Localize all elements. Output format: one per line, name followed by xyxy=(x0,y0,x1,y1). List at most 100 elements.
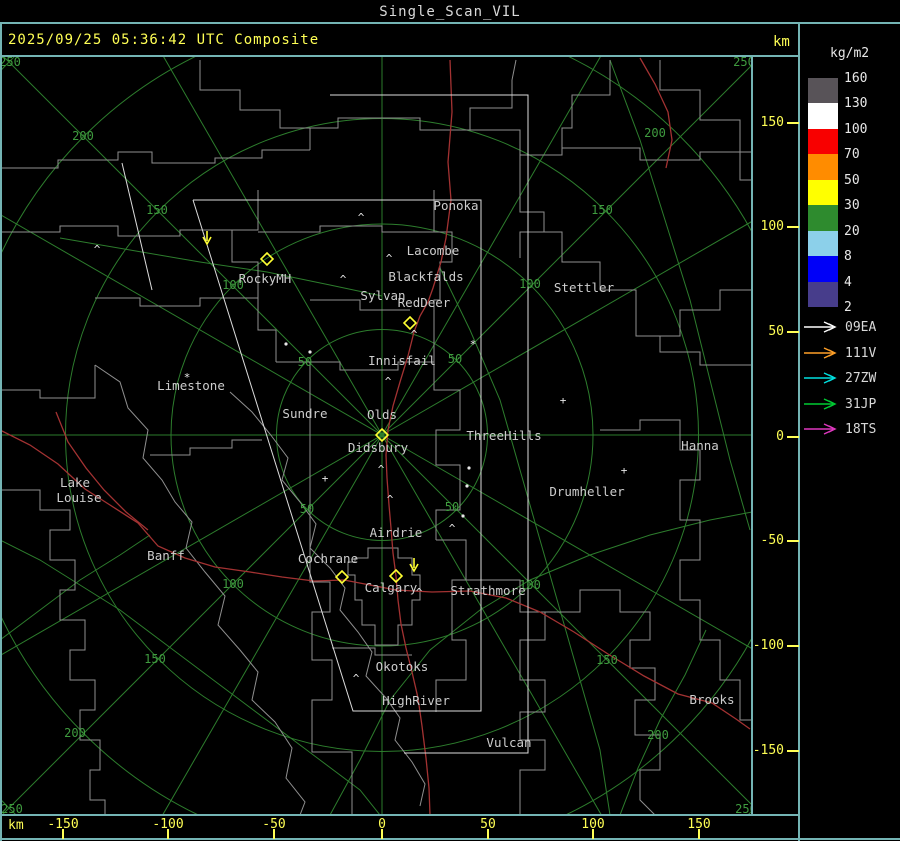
right-axis-tick xyxy=(787,436,799,438)
colorbar-value-label: 4 xyxy=(844,274,852,290)
city-label: Cochrane xyxy=(298,551,358,566)
caret-marker: ^ xyxy=(416,586,423,599)
city-label: Lacombe xyxy=(407,243,460,258)
city-label: Sundre xyxy=(282,406,327,421)
city-label: Airdrie xyxy=(370,525,423,540)
dot-marker xyxy=(284,342,288,346)
bottom-axis-tick xyxy=(167,829,169,839)
colorbar-value-label: 30 xyxy=(844,198,860,214)
range-ring-label: 50 xyxy=(448,352,462,366)
city-label: Ponoka xyxy=(433,198,478,213)
asterisk-marker: * xyxy=(470,338,477,351)
range-ring-label: 150 xyxy=(146,203,168,217)
range-ring-label: 200 xyxy=(644,126,666,140)
range-ring-label: 250 xyxy=(1,802,23,814)
range-ring-label: 250 xyxy=(735,802,752,814)
radar-app-window: Single_Scan_VIL 2025/09/25 05:36:42 UTC … xyxy=(0,0,900,841)
dot-marker xyxy=(308,350,312,354)
city-label: RockyMH xyxy=(239,271,292,286)
dot-marker xyxy=(461,514,465,518)
colorbar-swatch xyxy=(808,205,838,231)
right-axis-label: 150 xyxy=(760,115,784,130)
city-label: Blackfalds xyxy=(388,269,463,284)
right-axis-tick xyxy=(787,122,799,124)
dot-marker xyxy=(465,484,469,488)
legend-site-id: 18TS xyxy=(845,422,876,437)
caret-marker: ^ xyxy=(340,273,347,286)
window-title: Single_Scan_VIL xyxy=(379,4,521,20)
legend-site-id: 27ZW xyxy=(845,371,876,386)
right-axis-label: 50 xyxy=(768,324,784,339)
right-axis-label: -150 xyxy=(752,743,784,758)
range-ring-label: 150 xyxy=(596,653,618,667)
bottom-axis-unit-label: km xyxy=(8,818,24,833)
radar-site-legend: 09EA 111V 27ZW 31JP 18TS xyxy=(804,320,876,437)
frame-line-top xyxy=(0,22,900,24)
caret-marker: ^ xyxy=(378,463,385,476)
colorbar-value-label: 50 xyxy=(844,172,860,188)
city-label: HighRiver xyxy=(382,693,450,708)
colorbar-swatch xyxy=(808,103,838,129)
bottom-axis-tick xyxy=(487,829,489,839)
caret-marker: ^ xyxy=(386,252,393,265)
caret-marker: ^ xyxy=(411,328,418,341)
range-ring-label: 150 xyxy=(144,652,166,666)
range-ring-label: 200 xyxy=(72,129,94,143)
city-label: Louise xyxy=(56,490,101,505)
bottom-axis-tick xyxy=(381,829,383,839)
caret-marker: ^ xyxy=(385,375,392,388)
caret-marker: ^ xyxy=(94,243,101,256)
right-axis-tick xyxy=(787,750,799,752)
frame-line-bottom xyxy=(0,838,900,840)
city-label: Brooks xyxy=(689,692,734,707)
legend-site-id: 111V xyxy=(845,346,876,361)
bottom-axis-tick xyxy=(273,829,275,839)
range-ring-label: 250 xyxy=(0,57,21,69)
city-label: Okotoks xyxy=(376,659,429,674)
plus-marker: + xyxy=(322,472,329,485)
colorbar-value-label: 70 xyxy=(844,147,860,163)
legend-site-id: 31JP xyxy=(845,397,876,412)
city-label: RedDeer xyxy=(398,295,451,310)
colorbar-swatch xyxy=(808,281,838,307)
caret-marker: ^ xyxy=(387,493,394,506)
colorbar-value-label: 20 xyxy=(844,223,860,239)
colorbar-value-label: 8 xyxy=(844,249,852,265)
scan-timestamp: 2025/09/25 05:36:42 UTC Composite xyxy=(8,32,320,48)
city-label: Hanna xyxy=(681,438,719,453)
city-label: Stettler xyxy=(554,280,615,295)
range-ring-label: 100 xyxy=(222,577,244,591)
range-ring-label: 50 xyxy=(300,502,314,516)
frame-line-left xyxy=(0,22,2,841)
right-axis-unit-label: km xyxy=(773,34,790,50)
colorbar-swatch xyxy=(808,179,838,206)
radar-map-canvas[interactable]: 50 5050 50100 100100 100150 150150 150200 20020… xyxy=(0,57,752,814)
colorbar-swatch xyxy=(808,256,838,282)
city-label: Didsbury xyxy=(348,440,409,455)
right-axis-tick xyxy=(787,645,799,647)
dot-marker xyxy=(467,466,471,470)
bottom-axis-tick xyxy=(698,829,700,839)
plus-marker: + xyxy=(621,464,628,477)
right-axis-label: -50 xyxy=(760,533,784,548)
range-ring-label: 50 xyxy=(445,500,459,514)
colorbar-value-label: 100 xyxy=(844,121,868,137)
colorbar-swatch xyxy=(808,78,838,104)
colorbar-value-label: 2 xyxy=(844,299,852,315)
asterisk-marker: * xyxy=(184,371,191,384)
plus-marker: + xyxy=(560,394,567,407)
caret-marker: ^ xyxy=(353,672,360,685)
bottom-axis-tick xyxy=(592,829,594,839)
range-ring-label: 200 xyxy=(64,726,86,740)
range-ring-label: 150 xyxy=(591,203,613,217)
caret-marker: ^ xyxy=(358,211,365,224)
right-axis-label: -100 xyxy=(752,638,784,653)
city-label: Olds xyxy=(367,407,397,422)
colorbar-value-label: 130 xyxy=(844,96,868,112)
range-ring-label: 100 xyxy=(519,277,541,291)
colorbar-value-label: 160 xyxy=(844,71,868,86)
range-ring-label: 250 xyxy=(733,57,752,69)
city-label: Vulcan xyxy=(486,735,531,750)
range-ring-label: 200 xyxy=(647,728,669,742)
colorbar-swatch xyxy=(808,128,838,155)
